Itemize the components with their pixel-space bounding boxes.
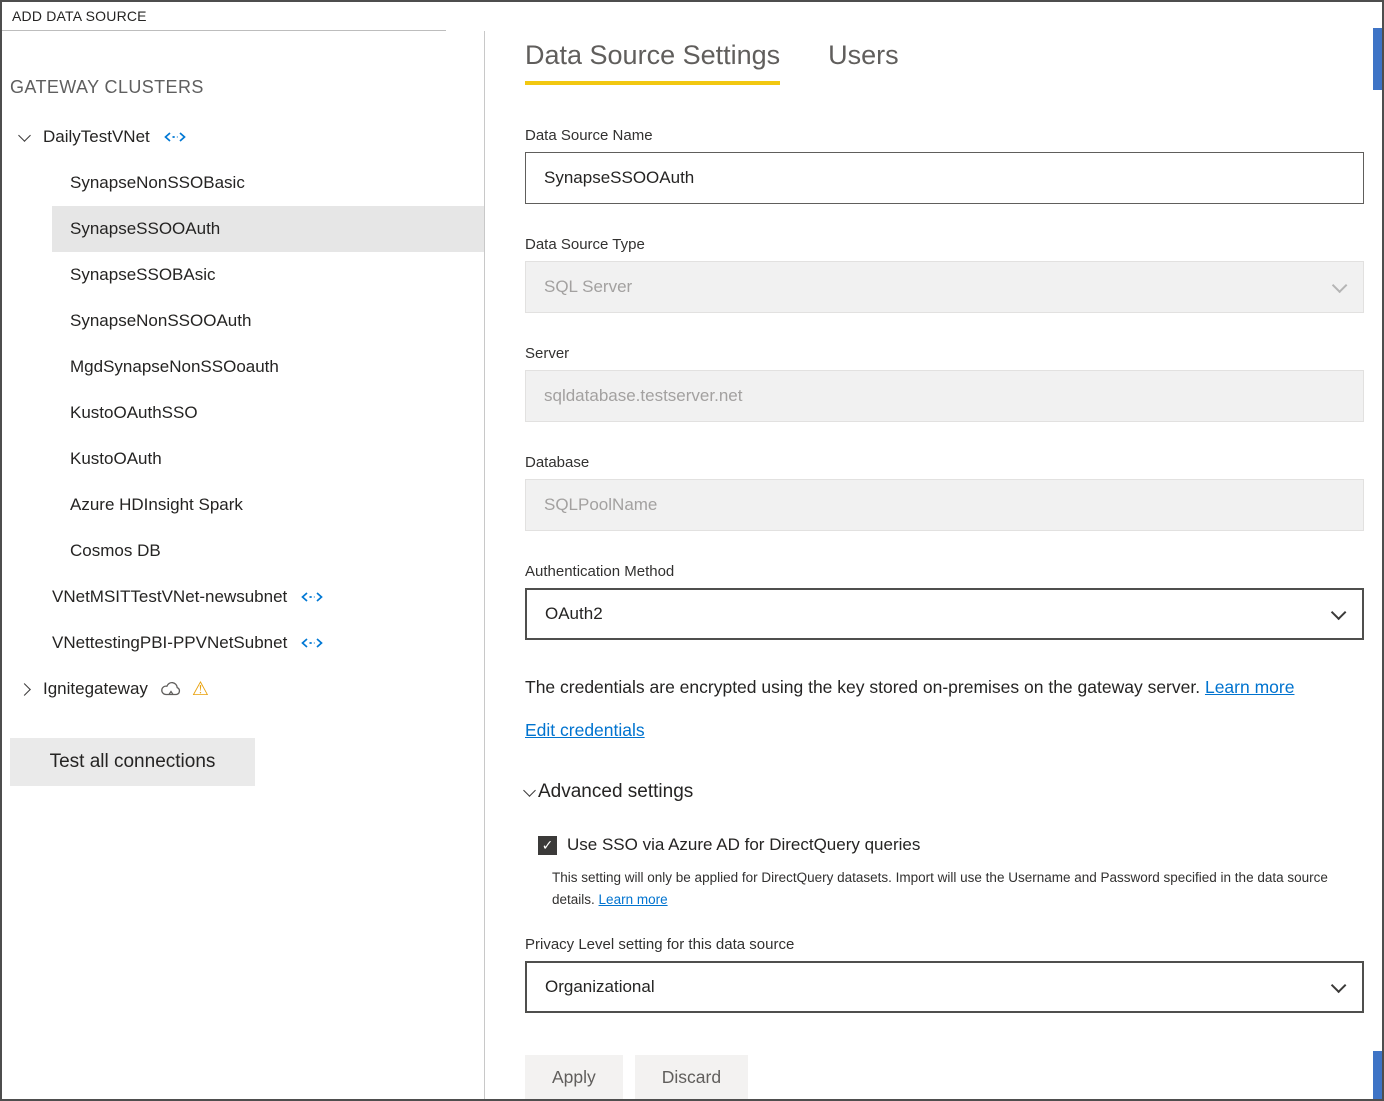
sidebar-item-kustooauthsso[interactable]: KustoOAuthSSO bbox=[52, 390, 484, 436]
sidebar-item-dailytestvnet[interactable]: DailyTestVNet bbox=[2, 114, 484, 160]
cluster-label: VNettestingPBI-PPVNetSubnet bbox=[52, 633, 287, 653]
vnet-link-icon bbox=[300, 637, 324, 649]
field-data-source-name: Data Source Name bbox=[525, 127, 1364, 204]
sidebar-item-mgdsynapsenonssooauth[interactable]: MgdSynapseNonSSOoauth bbox=[52, 344, 484, 390]
chevron-down-icon[interactable] bbox=[18, 129, 31, 142]
field-authentication-method: Authentication Method OAuth2 bbox=[525, 563, 1364, 640]
field-server: Server sqldatabase.testserver.net bbox=[525, 345, 1364, 422]
apply-button[interactable]: Apply bbox=[525, 1055, 623, 1100]
discard-button[interactable]: Discard bbox=[635, 1055, 748, 1100]
sidebar-item-synapsenonssooauth[interactable]: SynapseNonSSOOAuth bbox=[52, 298, 484, 344]
field-privacy-level: Privacy Level setting for this data sour… bbox=[525, 936, 1364, 1013]
datasource-label: Cosmos DB bbox=[70, 541, 161, 561]
sidebar-item-synapsessooauth[interactable]: SynapseSSOOAuth bbox=[52, 206, 484, 252]
chevron-down-icon bbox=[523, 784, 536, 797]
database-value: SQLPoolName bbox=[544, 495, 657, 515]
datasource-label: SynapseSSOOAuth bbox=[70, 219, 220, 239]
advanced-settings-toggle[interactable]: Advanced settings bbox=[525, 781, 1364, 803]
chevron-down-icon bbox=[1331, 978, 1347, 994]
cluster-label: VNetMSITTestVNet-newsubnet bbox=[52, 587, 287, 607]
data-source-name-input[interactable] bbox=[525, 152, 1364, 204]
sidebar-item-vnettestingpbi-ppvnetsubnet[interactable]: VNettestingPBI-PPVNetSubnet bbox=[2, 620, 484, 666]
sidebar: GATEWAY CLUSTERS DailyTestVNet SynapseNo… bbox=[2, 31, 485, 1099]
database-label: Database bbox=[525, 454, 1364, 471]
credentials-note-text: The credentials are encrypted using the … bbox=[525, 677, 1200, 697]
cloud-gateway-icon bbox=[160, 681, 182, 697]
sso-checkbox-row: ✓ Use SSO via Azure AD for DirectQuery q… bbox=[538, 835, 1364, 855]
data-source-type-label: Data Source Type bbox=[525, 236, 1364, 253]
datasource-label: Azure HDInsight Spark bbox=[70, 495, 243, 515]
vnet-link-icon bbox=[300, 591, 324, 603]
privacy-level-select[interactable]: Organizational bbox=[525, 961, 1364, 1013]
datasource-label: SynapseSSOBAsic bbox=[70, 265, 216, 285]
warning-icon: ⚠ bbox=[192, 680, 209, 699]
datasource-label: SynapseNonSSOOAuth bbox=[70, 311, 251, 331]
cluster-label: Ignitegateway bbox=[43, 679, 148, 699]
server-value: sqldatabase.testserver.net bbox=[544, 386, 742, 406]
authentication-method-select[interactable]: OAuth2 bbox=[525, 588, 1364, 640]
datasource-label: SynapseNonSSOBasic bbox=[70, 173, 245, 193]
page-title: ADD DATA SOURCE bbox=[2, 2, 446, 31]
gateway-clusters-heading: GATEWAY CLUSTERS bbox=[10, 77, 484, 98]
server-input: sqldatabase.testserver.net bbox=[525, 370, 1364, 422]
data-source-type-value: SQL Server bbox=[544, 277, 632, 297]
cluster-label: DailyTestVNet bbox=[43, 127, 150, 147]
sso-checkbox[interactable]: ✓ bbox=[538, 836, 557, 855]
sso-note-text: This setting will only be applied for Di… bbox=[552, 870, 1328, 907]
sidebar-item-cosmos-db[interactable]: Cosmos DB bbox=[52, 528, 484, 574]
field-data-source-type: Data Source Type SQL Server bbox=[525, 236, 1364, 313]
gateway-settings-window: ADD DATA SOURCE GATEWAY CLUSTERS DailyTe… bbox=[0, 0, 1384, 1101]
tab-data-source-settings[interactable]: Data Source Settings bbox=[525, 40, 780, 85]
chevron-down-icon bbox=[1332, 277, 1348, 293]
authentication-method-label: Authentication Method bbox=[525, 563, 1364, 580]
chevron-down-icon bbox=[1331, 604, 1347, 620]
chevron-right-icon[interactable] bbox=[18, 683, 31, 696]
datasource-label: KustoOAuthSSO bbox=[70, 403, 198, 423]
field-database: Database SQLPoolName bbox=[525, 454, 1364, 531]
test-all-connections-button[interactable]: Test all connections bbox=[10, 738, 255, 786]
sidebar-item-vnetmsittestvnet-newsubnet[interactable]: VNetMSITTestVNet-newsubnet bbox=[2, 574, 484, 620]
sidebar-item-azure-hdinsight-spark[interactable]: Azure HDInsight Spark bbox=[52, 482, 484, 528]
datasource-label: MgdSynapseNonSSOoauth bbox=[70, 357, 279, 377]
sidebar-item-ignitegateway[interactable]: Ignitegateway ⚠ bbox=[2, 666, 484, 712]
vnet-link-icon bbox=[163, 131, 187, 143]
sso-learn-more-link[interactable]: Learn more bbox=[599, 892, 668, 907]
edit-credentials-link[interactable]: Edit credentials bbox=[525, 720, 645, 741]
authentication-method-value: OAuth2 bbox=[545, 604, 603, 624]
privacy-level-value: Organizational bbox=[545, 977, 655, 997]
sidebar-item-synapsenonssobasic[interactable]: SynapseNonSSOBasic bbox=[52, 160, 484, 206]
sso-checkbox-label: Use SSO via Azure AD for DirectQuery que… bbox=[567, 835, 920, 855]
sidebar-item-kustooauth[interactable]: KustoOAuth bbox=[52, 436, 484, 482]
scrollbar-top-segment[interactable] bbox=[1373, 28, 1382, 90]
sidebar-item-synapsessobasic[interactable]: SynapseSSOBAsic bbox=[52, 252, 484, 298]
tab-users[interactable]: Users bbox=[828, 40, 899, 85]
server-label: Server bbox=[525, 345, 1364, 362]
credentials-learn-more-link[interactable]: Learn more bbox=[1205, 677, 1295, 697]
sso-note: This setting will only be applied for Di… bbox=[552, 867, 1364, 910]
scrollbar-bottom-segment[interactable] bbox=[1373, 1051, 1382, 1099]
privacy-level-label: Privacy Level setting for this data sour… bbox=[525, 936, 1364, 953]
datasource-label: KustoOAuth bbox=[70, 449, 162, 469]
data-source-type-select: SQL Server bbox=[525, 261, 1364, 313]
credentials-note: The credentials are encrypted using the … bbox=[525, 674, 1364, 700]
main-panel: Data Source Settings Users Data Source N… bbox=[525, 2, 1364, 1100]
advanced-settings-label: Advanced settings bbox=[538, 781, 693, 803]
database-input: SQLPoolName bbox=[525, 479, 1364, 531]
action-buttons: Apply Discard bbox=[525, 1055, 1364, 1100]
data-source-name-label: Data Source Name bbox=[525, 127, 1364, 144]
tab-bar: Data Source Settings Users bbox=[525, 40, 1364, 85]
